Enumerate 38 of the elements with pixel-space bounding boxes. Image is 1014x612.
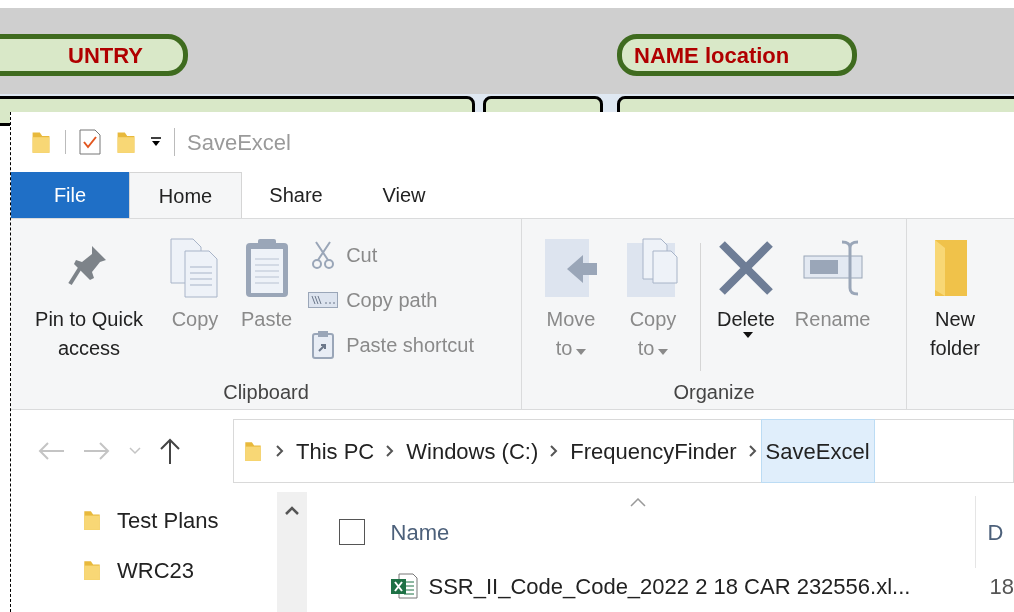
- select-all-checkbox[interactable]: [338, 519, 365, 545]
- folder-icon: [242, 440, 264, 462]
- ribbon-tab[interactable]: File: [11, 172, 129, 218]
- up-arrow-icon[interactable]: [159, 437, 181, 465]
- group-label: Clipboard: [222, 380, 310, 405]
- chevron-right-icon[interactable]: [550, 445, 559, 457]
- ribbon-button[interactable]: New folder: [921, 235, 989, 363]
- chevron-right-icon[interactable]: [386, 445, 395, 457]
- spreadsheet-file-icon: [388, 572, 419, 600]
- nav-item[interactable]: Test Plans: [81, 504, 277, 536]
- ribbon-tab[interactable]: Share: [242, 172, 350, 218]
- address-bar[interactable]: This PC Windows (C:) FrequencyFinder SaveExcel: [233, 419, 1014, 483]
- column-header: NAME location: [617, 34, 857, 76]
- group-label: Organize: [672, 380, 756, 405]
- breadcrumb[interactable]: This PC: [296, 434, 375, 468]
- path-icon: [308, 291, 339, 308]
- breadcrumb[interactable]: Windows (C:): [406, 434, 539, 468]
- folder-icon: [81, 509, 103, 531]
- column-header[interactable]: D: [975, 496, 1006, 568]
- folder-icon: [81, 559, 103, 581]
- breadcrumb[interactable]: SaveExcel: [760, 419, 875, 483]
- ribbon-button[interactable]: Delete: [713, 235, 779, 338]
- file-name[interactable]: SSR_II_Code_Code_2022 2 18 CAR 232556.xl...: [428, 569, 976, 603]
- chevron-right-icon[interactable]: [748, 445, 757, 457]
- column-header[interactable]: Name: [390, 496, 976, 568]
- column-header: UNTRY: [0, 34, 188, 76]
- chevron-right-icon[interactable]: [276, 445, 284, 457]
- ribbon-button[interactable]: Pin to Quick access: [25, 235, 153, 363]
- documents-icon: [169, 235, 221, 301]
- scrollbar[interactable]: [276, 492, 307, 612]
- customize-dropdown-icon[interactable]: [150, 137, 162, 147]
- nav-item[interactable]: WRC23: [81, 554, 277, 586]
- ribbon-tab[interactable]: View: [350, 172, 458, 218]
- breadcrumb[interactable]: FrequencyFinder: [570, 434, 737, 468]
- window-title: SaveExcel: [187, 128, 291, 157]
- properties-icon[interactable]: [78, 129, 102, 155]
- table-cell-text: 18: [988, 572, 1014, 601]
- ribbon-tab[interactable]: Home: [129, 172, 242, 218]
